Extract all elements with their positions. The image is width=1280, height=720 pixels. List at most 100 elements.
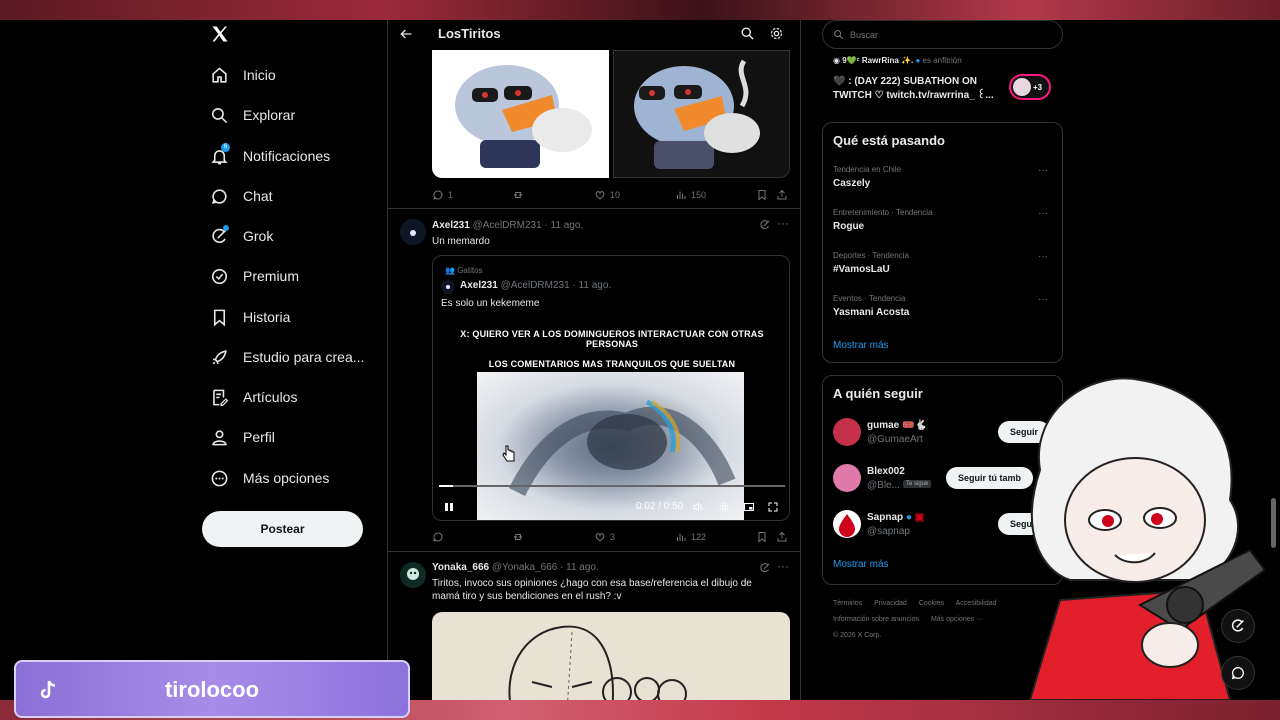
people-icon: 👥 bbox=[445, 266, 455, 275]
more-options-icon[interactable]: ··· bbox=[777, 559, 789, 573]
footer-link-cookies[interactable]: Cookies bbox=[919, 600, 944, 607]
sidebar-item-label: Explorar bbox=[243, 107, 296, 123]
sidebar-item-notificaciones[interactable]: 6 Notificaciones bbox=[200, 138, 386, 174]
more-options-icon[interactable]: ··· bbox=[1038, 251, 1048, 262]
grok-icon[interactable] bbox=[759, 219, 771, 231]
avatar[interactable] bbox=[400, 562, 426, 588]
trend-item[interactable]: Entretenimiento · Tendencia Rogue ··· bbox=[833, 208, 1053, 232]
reply-button[interactable]: 1 bbox=[432, 189, 453, 201]
avatar[interactable] bbox=[400, 219, 426, 245]
footer-link-terms[interactable]: Términos bbox=[833, 600, 862, 607]
space-title: 🖤 : (DAY 222) SUBATHON ON TWITCH ♡ twitc… bbox=[833, 76, 994, 101]
community-name: Gatitos bbox=[457, 266, 483, 275]
sidebar-item-perfil[interactable]: Perfil bbox=[200, 419, 386, 455]
author-handle[interactable]: @AcelDRM231 · 11 ago. bbox=[473, 220, 584, 231]
x-logo-icon[interactable] bbox=[210, 24, 234, 48]
repost-button[interactable] bbox=[512, 189, 524, 201]
sticker-image-1[interactable] bbox=[432, 50, 609, 178]
video-caption-bottom: LOS COMENTARIOS MAS TRANQUILOS QUE SUELT… bbox=[488, 359, 736, 369]
chat-bubble-icon[interactable] bbox=[1221, 656, 1255, 690]
reply-button[interactable] bbox=[432, 531, 444, 543]
footer-link-accessibility[interactable]: Accesibilidad bbox=[956, 600, 997, 607]
grok-icon[interactable] bbox=[1221, 609, 1255, 643]
trend-item[interactable]: Eventos · Tendencia Yasmani Acosta ··· bbox=[833, 294, 1053, 318]
author-name[interactable]: Yonaka_666 bbox=[432, 562, 489, 573]
share-button[interactable] bbox=[776, 531, 788, 543]
space-host-name: 9💚ᶜ RawrRina ✨. bbox=[842, 56, 914, 65]
stream-top-border bbox=[0, 0, 1280, 20]
bookmark-button[interactable] bbox=[756, 189, 768, 201]
share-icon bbox=[777, 189, 787, 200]
search-icon[interactable] bbox=[740, 26, 755, 41]
tweet-header: Axel231 @AcelDRM231 · 11 ago. bbox=[432, 220, 583, 231]
divider bbox=[388, 551, 800, 552]
share-button[interactable] bbox=[776, 189, 788, 201]
tiktok-username-banner: tirolocoo bbox=[14, 660, 410, 718]
trend-category: Entretenimiento · Tendencia bbox=[833, 208, 933, 217]
post-button[interactable]: Postear bbox=[202, 511, 363, 547]
live-space-card[interactable]: ◉ 9💚ᶜ RawrRina ✨. ● es anfitrión 🖤 : (DA… bbox=[833, 56, 1063, 106]
back-arrow-icon[interactable] bbox=[398, 26, 414, 42]
grok-icon[interactable] bbox=[759, 562, 771, 574]
search-input[interactable] bbox=[850, 29, 1050, 40]
sidebar-item-premium[interactable]: Premium bbox=[200, 258, 386, 294]
sidebar-item-articulos[interactable]: Artículos bbox=[200, 379, 386, 415]
views-button[interactable]: 150 bbox=[675, 189, 706, 201]
sidebar-item-historia[interactable]: Historia bbox=[200, 299, 386, 335]
bookmark-button[interactable] bbox=[756, 531, 768, 543]
like-button[interactable]: 10 bbox=[594, 189, 620, 201]
video-progress-bar[interactable] bbox=[439, 485, 785, 487]
author-name[interactable]: Axel231 bbox=[432, 220, 470, 231]
gear-icon[interactable] bbox=[718, 501, 730, 513]
bar-chart-icon bbox=[677, 191, 686, 199]
more-options-icon[interactable]: ··· bbox=[777, 216, 789, 230]
avatar bbox=[833, 464, 861, 492]
trend-item[interactable]: Deportes · Tendencia #VamosLaU ··· bbox=[833, 251, 1053, 275]
sidebar-item-mas-opciones[interactable]: Más opciones bbox=[200, 460, 386, 496]
gear-icon[interactable] bbox=[769, 26, 784, 41]
sidebar-item-inicio[interactable]: Inicio bbox=[200, 57, 386, 93]
repost-button[interactable] bbox=[512, 531, 524, 543]
space-host: ◉ 9💚ᶜ RawrRina ✨. ● es anfitrión bbox=[833, 56, 962, 65]
space-host-role: es anfitrión bbox=[922, 56, 962, 65]
fullscreen-icon[interactable] bbox=[767, 501, 779, 513]
avatar bbox=[441, 280, 455, 294]
video-caption-top: X: QUIERO VER A LOS DOMINGUEROS INTERACT… bbox=[460, 329, 764, 349]
search-box[interactable] bbox=[822, 20, 1063, 49]
more-options-icon[interactable]: ··· bbox=[1038, 294, 1048, 305]
video-player[interactable]: X: QUIERO VER A LOS DOMINGUEROS INTERACT… bbox=[433, 322, 789, 520]
post-media-grid[interactable] bbox=[432, 50, 790, 178]
post-image-sketch[interactable] bbox=[432, 612, 790, 700]
verified-badge-icon bbox=[211, 268, 228, 284]
notification-badge: 6 bbox=[221, 143, 230, 152]
more-options-icon[interactable]: ··· bbox=[1038, 208, 1048, 219]
trend-item[interactable]: Tendencia en Chile Caszely ··· bbox=[833, 165, 1053, 189]
main-timeline[interactable]: LosTiritos 1 10 150 Axel231 @AcelDRM231 … bbox=[387, 20, 801, 700]
more-options-icon[interactable]: ··· bbox=[1038, 165, 1048, 176]
show-more-link[interactable]: Mostrar más bbox=[833, 559, 889, 570]
sidebar-item-label: Premium bbox=[243, 268, 300, 284]
space-listeners[interactable]: +3 bbox=[1009, 74, 1051, 100]
picture-in-picture-icon[interactable] bbox=[743, 501, 755, 513]
follow-name: gumae 🎟️🐇 bbox=[867, 420, 927, 431]
pause-icon[interactable] bbox=[443, 500, 455, 512]
author-handle[interactable]: @Yonaka_666 · 11 ago. bbox=[492, 562, 599, 573]
panel-title: A quién seguir bbox=[833, 386, 923, 401]
footer-link-ads-info[interactable]: Información sobre anuncios bbox=[833, 616, 919, 623]
trend-category: Eventos · Tendencia bbox=[833, 294, 906, 303]
sidebar-item-grok[interactable]: Grok bbox=[200, 218, 386, 254]
footer-link-privacy[interactable]: Privacidad bbox=[874, 600, 907, 607]
quoted-tweet[interactable]: 👥 Gatitos Axel231 @AcelDRM231 · 11 ago. … bbox=[432, 255, 790, 521]
views-button[interactable]: 122 bbox=[675, 531, 706, 543]
sidebar-item-explorar[interactable]: Explorar bbox=[200, 97, 386, 133]
show-more-link[interactable]: Mostrar más bbox=[833, 340, 889, 351]
sidebar-item-chat[interactable]: Chat bbox=[200, 178, 386, 214]
like-button[interactable]: 3 bbox=[594, 531, 615, 543]
page-scrollbar[interactable] bbox=[1271, 498, 1276, 548]
article-icon bbox=[213, 389, 229, 406]
mute-icon[interactable] bbox=[692, 501, 704, 513]
trend-name: Yasmani Acosta bbox=[833, 307, 910, 318]
sticker-image-2[interactable] bbox=[613, 50, 790, 178]
footer-link-more[interactable]: Más opciones ··· bbox=[931, 616, 983, 623]
sidebar-item-estudio[interactable]: Estudio para crea... bbox=[200, 339, 386, 375]
